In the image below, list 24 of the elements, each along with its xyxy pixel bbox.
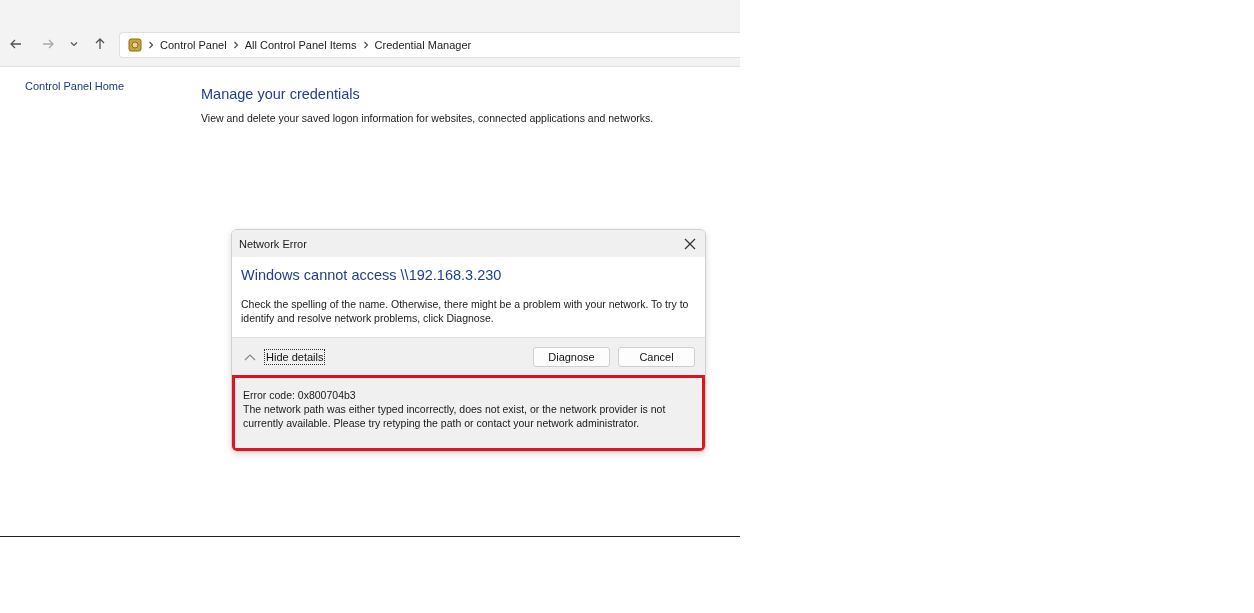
close-icon[interactable] [684, 237, 696, 250]
chevron-right-icon [232, 41, 239, 49]
error-details-text: Error code: 0x800704b3 [243, 388, 357, 402]
address-bar[interactable]: Control Panel All Control Panel Items Credential Manager [119, 32, 740, 58]
error-details-text: The network path was either typed incorrectly, does not exist, or the network provider is not currently available. Please try retyping the path or contact your network administrator. [243, 402, 667, 430]
chevron-up-icon[interactable] [244, 352, 256, 361]
error-message: Check the spelling of the name. Otherwise, there might be a problem with your network. To try to identify and resolve network problems, click Diagnose. [241, 297, 690, 325]
page-description: View and delete your saved logon information for websites, connected applications and networks. [201, 112, 654, 124]
details-toggle-button[interactable]: Hide details [264, 348, 326, 365]
back-arrow-icon[interactable] [9, 37, 23, 51]
control-panel-home-link[interactable]: Control Panel Home [25, 80, 125, 92]
dialog-button[interactable]: Diagnose [533, 346, 610, 367]
control-panel-icon [128, 38, 142, 52]
breadcrumb-item[interactable]: Credential Manager [374, 39, 472, 51]
breadcrumb-item[interactable]: All Control Panel Items [244, 39, 357, 51]
dialog-title: Network Error [239, 237, 307, 250]
dialog-button[interactable]: Cancel [618, 346, 695, 367]
page-title: Manage your credentials [201, 86, 361, 102]
chevron-right-icon [148, 41, 154, 49]
error-heading: Windows cannot access \\192.168.3.230 [241, 267, 503, 283]
up-arrow-icon[interactable] [93, 37, 107, 51]
chevron-down-icon[interactable] [69, 39, 79, 49]
breadcrumb-item[interactable]: Control Panel [160, 39, 227, 51]
chevron-right-icon [362, 41, 369, 49]
